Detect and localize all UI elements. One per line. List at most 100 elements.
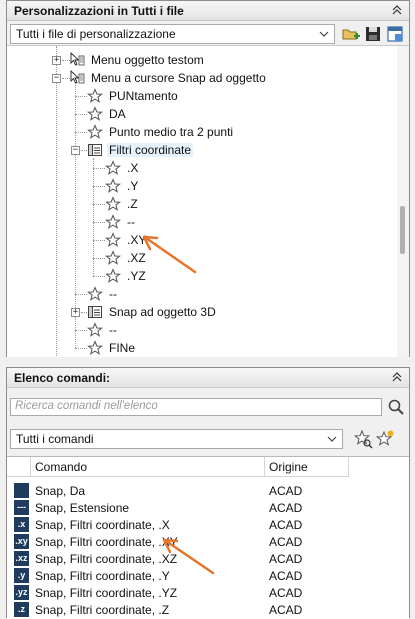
collapse-up-icon[interactable]	[390, 3, 404, 17]
star-icon	[87, 124, 103, 139]
table-row[interactable]: .z Snap, Filtri coordinate, .Z ACAD	[7, 601, 397, 618]
command-origin: ACAD	[269, 569, 303, 583]
command-origin: ACAD	[269, 552, 303, 566]
command-origin: ACAD	[269, 518, 303, 532]
tree-item-label: .YZ	[127, 269, 146, 283]
customization-file-select-value: Tutti i file di personalizzazione	[16, 27, 176, 41]
table-row[interactable]: .xy Snap, Filtri coordinate, .XY ACAD	[7, 533, 397, 550]
table-row[interactable]: .y Snap, Filtri coordinate, .Y ACAD	[7, 567, 397, 584]
collapse-toggle[interactable]: −	[71, 146, 80, 155]
tree-item-label: Menu oggetto testom	[91, 53, 204, 67]
command-name: Snap, Filtri coordinate, .Z	[35, 603, 170, 617]
tree-item[interactable]: PUNtamento	[87, 87, 180, 105]
tree-line	[75, 348, 87, 349]
tree-item-label: DA	[109, 107, 126, 121]
command-search-input[interactable]: Ricerca comandi nell'elenco	[10, 398, 382, 416]
tree-item[interactable]: Snap ad oggetto 3D	[87, 303, 218, 321]
customization-file-select[interactable]: Tutti i file di personalizzazione	[10, 24, 335, 44]
filter-y-icon: .y	[14, 568, 29, 583]
open-file-icon[interactable]	[341, 24, 361, 44]
tree-item[interactable]: --	[105, 213, 137, 231]
filter-x-icon: .x	[14, 517, 29, 532]
tree-item[interactable]: .Z	[105, 195, 140, 213]
command-name: Snap, Filtri coordinate, .Y	[35, 569, 170, 583]
submenu-icon	[88, 144, 102, 156]
command-origin: ACAD	[269, 586, 303, 600]
tree-item-label: Menu a cursore Snap ad oggetto	[91, 71, 266, 85]
command-name: Snap, Da	[35, 484, 86, 498]
table-row[interactable]: .yz Snap, Filtri coordinate, .YZ ACAD	[7, 584, 397, 601]
tree-line	[93, 168, 105, 169]
filter-z-icon: .z	[14, 602, 29, 617]
table-row[interactable]: .xz Snap, Filtri coordinate, .XZ ACAD	[7, 550, 397, 567]
tree-item[interactable]: Filtri coordinate	[87, 141, 194, 159]
star-icon	[87, 106, 103, 121]
command-name: Snap, Filtri coordinate, .YZ	[35, 586, 178, 600]
tree-item-label: .XZ	[127, 251, 146, 265]
filter-yz-icon: .yz	[14, 585, 29, 600]
tree-item-label: Snap ad oggetto 3D	[109, 305, 216, 319]
command-list-header: Elenco comandi:	[7, 368, 409, 388]
command-filter-select-value: Tutti i comandi	[16, 432, 94, 446]
command-name: Snap, Filtri coordinate, .XZ	[35, 552, 178, 566]
tree-item[interactable]: FINe	[87, 339, 137, 357]
tree-item[interactable]: Menu a cursore Snap ad oggetto	[69, 69, 268, 87]
command-origin: ACAD	[269, 484, 303, 498]
customizations-panel: Personalizzazioni in Tutti i file Tutti …	[6, 0, 410, 357]
origin-column-header[interactable]: Origine	[265, 457, 349, 477]
table-row[interactable]: --- Snap, Estensione ACAD	[7, 499, 397, 516]
tree-item-label: --	[127, 215, 135, 229]
customization-properties-icon[interactable]	[385, 24, 405, 44]
snap-extension-icon: ---	[14, 500, 29, 515]
tree-scrollbar[interactable]	[397, 46, 409, 357]
star-icon	[105, 160, 121, 175]
command-origin: ACAD	[269, 501, 303, 515]
tree-item-label: .Z	[127, 197, 138, 211]
tree-item-label: --	[109, 323, 117, 337]
tree-item[interactable]: --	[87, 321, 119, 339]
snap-from-icon	[14, 483, 29, 498]
collapse-toggle[interactable]: −	[52, 74, 61, 83]
tree-item[interactable]: .X	[105, 159, 140, 177]
search-icon[interactable]	[387, 398, 405, 416]
command-name: Snap, Filtri coordinate, .XY	[35, 535, 178, 549]
tree-item[interactable]: DA	[87, 105, 128, 123]
tree-item-label: FINe	[109, 341, 136, 355]
new-command-icon[interactable]	[375, 429, 395, 449]
tree-line	[93, 186, 105, 187]
table-row[interactable]: Snap, Da ACAD	[7, 482, 397, 499]
command-filter-select[interactable]: Tutti i comandi	[10, 429, 343, 449]
star-icon	[105, 214, 121, 229]
tree-line	[56, 46, 57, 357]
tree-item[interactable]: Menu oggetto testom	[69, 51, 206, 69]
tree-item[interactable]: --	[87, 285, 119, 303]
customizations-panel-header: Personalizzazioni in Tutti i file	[7, 1, 409, 21]
icon-column-header[interactable]	[7, 457, 31, 477]
tree-item[interactable]: .YZ	[105, 267, 148, 285]
collapse-up-icon[interactable]	[390, 370, 404, 384]
tree-item-label: .X	[127, 161, 139, 175]
tree-line	[93, 222, 105, 223]
tree-line	[93, 258, 105, 259]
tree-item[interactable]: Punto medio tra 2 punti	[87, 123, 235, 141]
expand-toggle[interactable]: +	[52, 56, 61, 65]
star-icon	[105, 268, 121, 283]
tree-scrollbar-thumb[interactable]	[400, 206, 405, 254]
command-list-panel: Elenco comandi: Ricerca comandi nell'ele…	[6, 367, 410, 619]
customization-tree[interactable]: + Menu oggetto testom − Menu a cursore S…	[7, 45, 409, 357]
tree-item[interactable]: .XY	[105, 231, 148, 249]
star-icon	[87, 88, 103, 103]
filter-xy-icon: .xy	[14, 534, 29, 549]
tree-item[interactable]: .XZ	[105, 249, 148, 267]
tree-item-label: .XY	[127, 233, 147, 247]
submenu-icon	[88, 306, 102, 318]
expand-toggle[interactable]: +	[71, 308, 80, 317]
origin-column-label: Origine	[269, 460, 308, 474]
tree-item[interactable]: .Y	[105, 177, 140, 195]
save-icon[interactable]	[363, 24, 383, 44]
tree-line	[75, 330, 87, 331]
star-search-icon[interactable]	[353, 429, 373, 449]
command-column-header[interactable]: Comando	[31, 457, 265, 477]
command-list[interactable]: Comando Origine Snap, Da ACAD --- Snap, …	[7, 456, 409, 619]
table-row[interactable]: .x Snap, Filtri coordinate, .X ACAD	[7, 516, 397, 533]
